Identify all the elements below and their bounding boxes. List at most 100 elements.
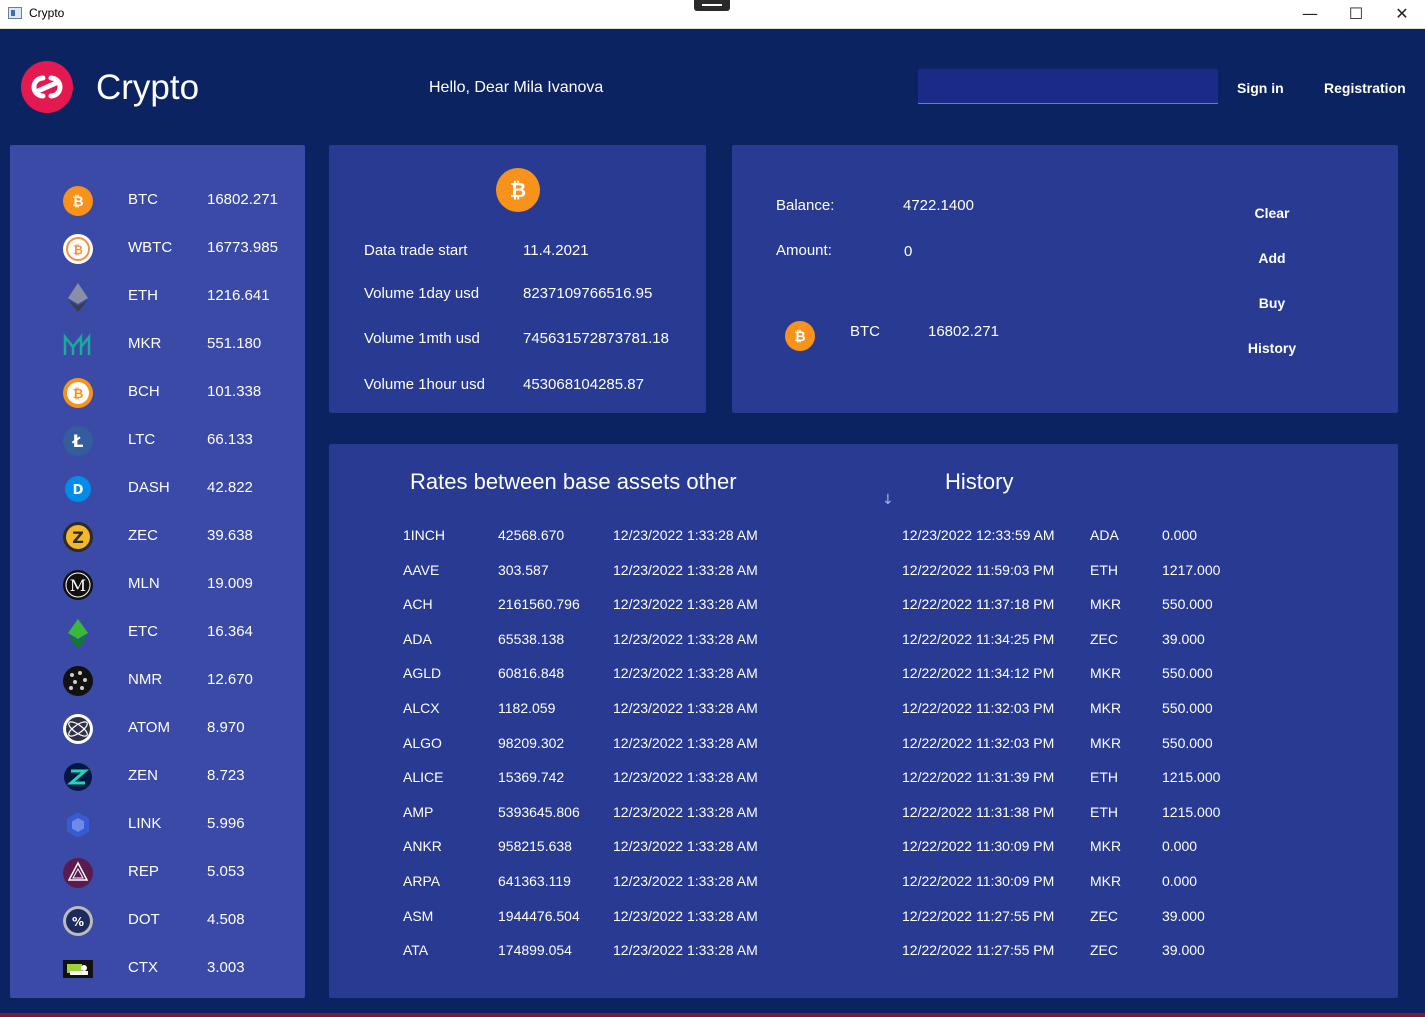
coin-list-item[interactable]: Z ZEC 39.638 bbox=[10, 521, 305, 569]
history-row[interactable]: 12/22/2022 11:37:18 PM MKR 550.000 bbox=[329, 596, 1398, 630]
history-title: History bbox=[945, 469, 1014, 494]
coin-list-item[interactable]: CTX 3.003 bbox=[10, 953, 305, 1001]
coin-symbol: ETC bbox=[128, 623, 158, 640]
history-asset: MKR bbox=[1090, 700, 1122, 716]
chainlink-icon bbox=[67, 812, 89, 838]
maximize-button[interactable]: ☐ bbox=[1333, 0, 1379, 29]
coin-list-item[interactable]: % DOT 4.508 bbox=[10, 905, 305, 953]
history-row[interactable]: 12/22/2022 11:34:12 PM MKR 550.000 bbox=[329, 665, 1398, 699]
bitcoin-icon: ₿ bbox=[63, 186, 93, 216]
coin-list-item[interactable]: ATOM 8.970 bbox=[10, 713, 305, 761]
history-row[interactable]: 12/22/2022 11:34:25 PM ZEC 39.000 bbox=[329, 631, 1398, 665]
history-asset: MKR bbox=[1090, 873, 1122, 889]
ethereum-classic-icon bbox=[68, 619, 88, 648]
history-button[interactable]: History bbox=[1232, 340, 1312, 356]
history-time: 12/22/2022 11:30:09 PM bbox=[902, 838, 1055, 855]
clear-button[interactable]: Clear bbox=[1232, 205, 1312, 221]
selected-coin-price: 16802.271 bbox=[928, 323, 999, 340]
coin-symbol: NMR bbox=[128, 671, 163, 688]
coin-symbol: ZEN bbox=[128, 767, 158, 784]
coin-price: 42.822 bbox=[207, 479, 253, 496]
info-label-volume-1day: Volume 1day usd bbox=[364, 285, 480, 302]
rates-title: Rates between base assets other bbox=[410, 469, 737, 494]
info-label-trade-start: Data trade start bbox=[364, 242, 468, 259]
registration-button[interactable]: Registration bbox=[1324, 80, 1406, 96]
history-asset: MKR bbox=[1090, 734, 1122, 751]
coin-price: 66.133 bbox=[207, 431, 253, 448]
coin-symbol: LINK bbox=[128, 815, 162, 832]
coin-info-panel: ₿ Data trade start 11.4.2021 Volume 1day… bbox=[329, 145, 706, 413]
history-row[interactable]: 12/22/2022 11:30:09 PM MKR 0.000 bbox=[329, 838, 1398, 872]
coin-symbol: LTC bbox=[128, 431, 156, 448]
coin-list-item[interactable]: ₿ BTC 16802.271 bbox=[10, 185, 305, 233]
window-grip-handle[interactable] bbox=[694, 0, 730, 11]
minimize-button[interactable]: — bbox=[1287, 0, 1333, 29]
coin-list-item[interactable]: NMR 12.670 bbox=[10, 665, 305, 713]
coin-list-item[interactable]: ₿ WBTC 16773.985 bbox=[10, 233, 305, 281]
coin-price: 39.638 bbox=[207, 527, 253, 544]
coin-list-item[interactable]: D DASH 42.822 bbox=[10, 473, 305, 521]
coin-symbol: ETH bbox=[128, 287, 158, 304]
coin-list-sidebar: ₿ BTC 16802.271 ₿ WBTC 16773.985 ETH 1216.641 MK… bbox=[10, 145, 305, 998]
history-amount: 39.000 bbox=[1162, 907, 1205, 924]
info-label-volume-1mth: Volume 1mth usd bbox=[364, 330, 480, 347]
coin-price: 16802.271 bbox=[207, 191, 278, 208]
coin-price: 16773.985 bbox=[207, 239, 278, 256]
augur-icon bbox=[63, 858, 93, 888]
history-row[interactable]: 12/22/2022 11:31:38 PM ETH 1215.000 bbox=[329, 804, 1398, 838]
history-row[interactable]: 12/22/2022 11:32:03 PM MKR 550.000 bbox=[329, 700, 1398, 734]
coin-list-item[interactable]: ETH 1216.641 bbox=[10, 281, 305, 329]
history-row[interactable]: 12/22/2022 11:27:55 PM ZEC 39.000 bbox=[329, 908, 1398, 942]
coin-list-item[interactable]: MKR 551.180 bbox=[10, 329, 305, 377]
cosmos-icon bbox=[63, 714, 93, 744]
history-asset: ETH bbox=[1090, 561, 1118, 578]
selected-coin-symbol: BTC bbox=[850, 323, 880, 340]
coin-price: 3.003 bbox=[207, 959, 245, 976]
history-row[interactable]: 12/22/2022 11:31:39 PM ETH 1215.000 bbox=[329, 769, 1398, 803]
history-row[interactable]: 12/22/2022 11:59:03 PM ETH 1217.000 bbox=[329, 562, 1398, 596]
svg-text:M: M bbox=[70, 576, 86, 595]
coin-list-item[interactable]: ETC 16.364 bbox=[10, 617, 305, 665]
trade-panel: Balance: 4722.1400 Amount: 0 ₿ BTC 16802… bbox=[732, 145, 1398, 413]
coin-list-item[interactable]: Ł LTC 66.133 bbox=[10, 425, 305, 473]
history-row[interactable]: 12/22/2022 11:27:55 PM ZEC 39.000 bbox=[329, 942, 1398, 976]
add-button[interactable]: Add bbox=[1232, 250, 1312, 266]
history-time: 12/22/2022 11:37:18 PM bbox=[902, 596, 1055, 613]
history-row[interactable]: 12/23/2022 12:33:59 AM ADA 0.000 bbox=[329, 527, 1398, 561]
arrow-down-icon[interactable]: ↓ bbox=[882, 492, 894, 508]
coin-price: 12.670 bbox=[207, 671, 253, 688]
history-row[interactable]: 12/22/2022 11:30:09 PM MKR 0.000 bbox=[329, 873, 1398, 907]
coin-symbol: BTC bbox=[128, 191, 158, 208]
dash-icon: D bbox=[65, 476, 91, 502]
info-value-volume-1day: 8237109766516.95 bbox=[523, 285, 653, 302]
history-asset: ETH bbox=[1090, 769, 1118, 786]
svg-text:₿: ₿ bbox=[510, 178, 526, 202]
history-amount: 550.000 bbox=[1162, 700, 1213, 716]
crypto-logo-icon bbox=[21, 61, 73, 113]
sign-in-button[interactable]: Sign in bbox=[1237, 80, 1284, 96]
bitcoin-cash-icon: ₿ bbox=[63, 378, 93, 408]
search-input[interactable] bbox=[918, 69, 1218, 104]
history-amount: 550.000 bbox=[1162, 596, 1213, 613]
history-time: 12/22/2022 11:32:03 PM bbox=[902, 700, 1055, 716]
info-value-volume-1hour: 453068104285.87 bbox=[523, 376, 644, 393]
coin-list-item[interactable]: LINK 5.996 bbox=[10, 809, 305, 857]
coin-symbol: DASH bbox=[128, 479, 170, 496]
coin-symbol: REP bbox=[128, 863, 159, 880]
coin-price: 551.180 bbox=[207, 335, 262, 352]
history-asset: MKR bbox=[1090, 596, 1122, 613]
balance-value: 4722.1400 bbox=[903, 197, 974, 214]
amount-value[interactable]: 0 bbox=[904, 243, 912, 260]
buy-button[interactable]: Buy bbox=[1232, 295, 1312, 311]
coin-list-item[interactable]: ₿ BCH 101.338 bbox=[10, 377, 305, 425]
svg-text:Ł: Ł bbox=[72, 432, 84, 452]
close-button[interactable]: ✕ bbox=[1379, 0, 1425, 29]
coin-list-item[interactable]: ZEN 8.723 bbox=[10, 761, 305, 809]
coin-price: 101.338 bbox=[207, 383, 262, 400]
svg-text:₿: ₿ bbox=[73, 243, 83, 257]
history-row[interactable]: 12/22/2022 11:32:03 PM MKR 550.000 bbox=[329, 735, 1398, 769]
bottom-border bbox=[0, 1013, 1425, 1017]
coin-list-item[interactable]: REP 5.053 bbox=[10, 857, 305, 905]
coin-list-item[interactable]: M MLN 19.009 bbox=[10, 569, 305, 617]
history-asset: ZEC bbox=[1090, 942, 1118, 959]
